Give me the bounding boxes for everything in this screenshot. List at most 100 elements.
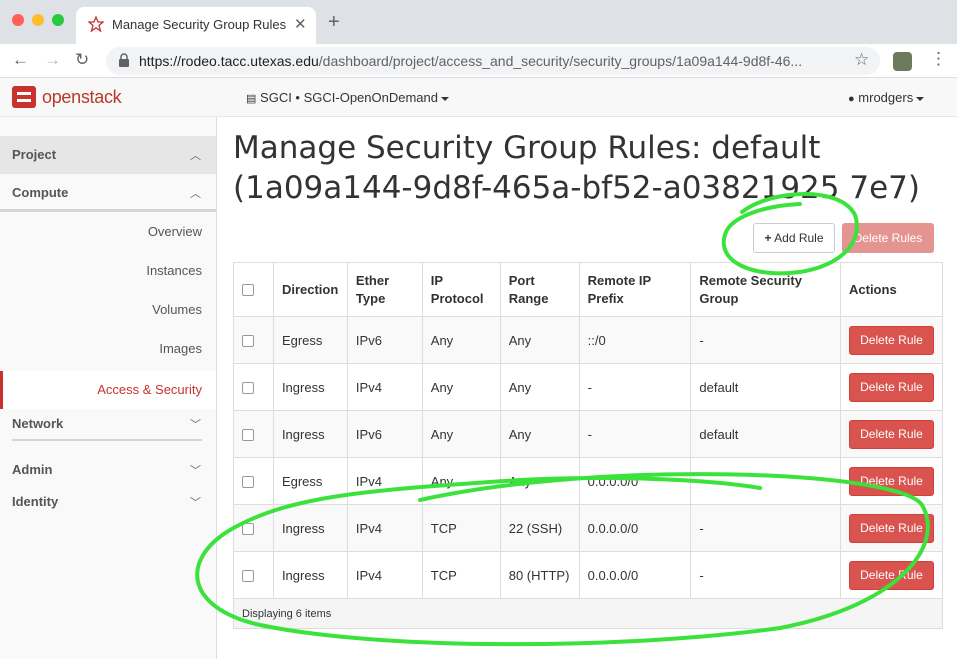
sidebar-compute-label: Compute bbox=[12, 185, 69, 200]
cell-port-range: Any bbox=[499, 410, 580, 458]
browser-menu-icon[interactable]: ⋮ bbox=[930, 49, 947, 69]
cell-remote-security-group: - bbox=[690, 316, 841, 364]
url-bar[interactable]: https://rodeo.tacc.utexas.edu/dashboard/… bbox=[106, 47, 880, 75]
new-tab-button[interactable]: + bbox=[328, 12, 340, 32]
cell-direction: Ingress bbox=[272, 363, 348, 411]
cell-remote-ip-prefix: - bbox=[578, 410, 692, 458]
table-row: Egress IPv4 Any Any 0.0.0.0/0- Delete Rule bbox=[233, 457, 943, 505]
back-arrow-icon[interactable]: ← bbox=[12, 50, 29, 70]
sidebar: Project ︿ Compute ︿ Overview Instances V… bbox=[0, 117, 217, 659]
cell-port-range: 80 (HTTP) bbox=[499, 551, 580, 599]
cell-port-range: Any bbox=[499, 457, 580, 505]
row-checkbox[interactable] bbox=[242, 382, 254, 395]
table-row: Ingress IPv4 Any Any - default Delete Rule bbox=[233, 363, 943, 411]
col-ip-protocol[interactable]: IP Protocol bbox=[421, 262, 501, 317]
select-cell bbox=[233, 551, 274, 599]
sidebar-item-overview[interactable]: Overview bbox=[148, 224, 202, 239]
delete-rule-button[interactable]: Delete Rule bbox=[849, 372, 934, 402]
cell-direction: Egress bbox=[272, 457, 348, 505]
sidebar-project-label: Project bbox=[12, 147, 57, 162]
sidebar-item-images[interactable]: Images bbox=[159, 341, 202, 356]
maximize-window-button[interactable] bbox=[52, 14, 64, 26]
cell-remote-ip-prefix: 0.0.0.0/0 bbox=[578, 504, 692, 552]
actions-cell: Delete Rule bbox=[840, 457, 943, 505]
logo-text: openstack bbox=[42, 87, 122, 107]
cell-direction: Ingress bbox=[272, 551, 348, 599]
sidebar-admin-label: Admin bbox=[12, 462, 53, 477]
page-title: Manage Security Group Rules: default (1a… bbox=[233, 130, 920, 206]
sidebar-compute[interactable]: Compute ︿ bbox=[0, 174, 216, 212]
cell-ip-protocol: Any bbox=[421, 457, 501, 505]
select-all-checkbox[interactable] bbox=[242, 284, 254, 297]
sidebar-identity[interactable]: Identity ﹀ bbox=[0, 488, 216, 516]
select-cell bbox=[233, 363, 274, 411]
cell-ip-protocol: Any bbox=[421, 363, 501, 411]
delete-rule-button[interactable]: Delete Rule bbox=[849, 325, 934, 355]
bookmark-star-icon[interactable]: ☆ bbox=[854, 50, 869, 70]
sidebar-admin[interactable]: Admin ﹀ bbox=[0, 456, 216, 484]
actions-cell: Delete Rule bbox=[840, 410, 943, 458]
row-checkbox[interactable] bbox=[242, 476, 254, 489]
chevron-down-icon: ﹀ bbox=[190, 497, 201, 509]
sidebar-network[interactable]: Network ﹀ bbox=[0, 410, 216, 438]
cell-ip-protocol: TCP bbox=[421, 504, 501, 552]
sidebar-item-volumes[interactable]: Volumes bbox=[152, 302, 202, 317]
cell-ether-type: IPv6 bbox=[346, 410, 423, 458]
row-checkbox[interactable] bbox=[242, 523, 254, 536]
chevron-down-icon bbox=[916, 96, 925, 101]
col-port-range[interactable]: Port Range bbox=[499, 262, 580, 317]
col-ether-type[interactable]: Ether Type bbox=[346, 262, 423, 317]
sidebar-item-access-security-label: Access & Security bbox=[97, 382, 202, 397]
delete-rule-button[interactable]: Delete Rule bbox=[849, 560, 934, 590]
col-direction[interactable]: Direction bbox=[272, 262, 348, 317]
table-row: Ingress IPv4 TCP 80 (HTTP) 0.0.0.0/0- Delete … bbox=[233, 551, 943, 599]
delete-rule-button[interactable]: Delete Rule bbox=[849, 419, 934, 449]
table-row: Egress IPv6 Any Any::/0- Delete Rule bbox=[233, 316, 943, 364]
add-rule-button[interactable]: + Add Rule bbox=[753, 223, 835, 253]
cell-ip-protocol: TCP bbox=[421, 551, 501, 599]
delete-rules-button[interactable]: Delete Rules bbox=[842, 223, 934, 253]
table-footer-row: Displaying 6 items bbox=[233, 598, 943, 629]
app-header: openstack ▤ SGCI • SGCI-OpenOnDemand ● m… bbox=[0, 78, 957, 117]
add-rule-label: Add Rule bbox=[774, 231, 824, 245]
extension-icon[interactable] bbox=[893, 52, 912, 71]
delete-rule-button[interactable]: Delete Rule bbox=[849, 466, 934, 496]
actions-cell: Delete Rule bbox=[840, 316, 943, 364]
cell-remote-security-group: default bbox=[690, 410, 841, 458]
browser-tab[interactable]: Manage Security Group Rules - ✕ bbox=[76, 7, 316, 44]
rules-table: Direction Ether Type IP Protocol Port Ra… bbox=[233, 262, 943, 629]
cell-remote-ip-prefix: 0.0.0.0/0 bbox=[578, 551, 692, 599]
cell-remote-security-group: - bbox=[690, 504, 841, 552]
url-text: https://rodeo.tacc.utexas.edu/dashboard/… bbox=[139, 53, 849, 69]
user-menu[interactable]: ● mrodgers bbox=[848, 90, 925, 105]
sidebar-item-instances[interactable]: Instances bbox=[146, 263, 202, 278]
reload-icon[interactable]: ↻ bbox=[75, 50, 89, 70]
sidebar-identity-label: Identity bbox=[12, 494, 59, 509]
user-icon: ● bbox=[848, 93, 855, 105]
row-checkbox[interactable] bbox=[242, 570, 254, 583]
cell-remote-ip-prefix: 0.0.0.0/0 bbox=[578, 457, 692, 505]
cell-port-range: Any bbox=[499, 316, 580, 364]
close-tab-icon[interactable]: ✕ bbox=[294, 15, 307, 33]
chevron-up-icon: ︿ bbox=[190, 150, 201, 162]
cell-ether-type: IPv4 bbox=[346, 363, 423, 411]
browser-tab-bar: Manage Security Group Rules - ✕ + bbox=[0, 0, 957, 44]
cell-direction: Egress bbox=[272, 316, 348, 364]
openstack-logo-icon[interactable] bbox=[12, 86, 36, 108]
col-remote-ip-prefix[interactable]: Remote IP Prefix bbox=[578, 262, 692, 317]
table-header-row: Direction Ether Type IP Protocol Port Ra… bbox=[233, 262, 943, 317]
sidebar-item-access-security[interactable]: Access & Security bbox=[0, 371, 216, 409]
forward-arrow-icon[interactable]: → bbox=[44, 50, 61, 70]
cell-remote-ip-prefix: ::/0 bbox=[578, 316, 692, 364]
col-remote-security-group[interactable]: Remote Security Group bbox=[690, 262, 841, 317]
project-selector[interactable]: ▤ SGCI • SGCI-OpenOnDemand bbox=[246, 90, 449, 105]
row-checkbox[interactable] bbox=[242, 335, 254, 348]
address-toolbar: ← → ↻ https://rodeo.tacc.utexas.edu/dash… bbox=[0, 44, 957, 78]
chevron-down-icon: ﹀ bbox=[190, 419, 201, 431]
row-checkbox[interactable] bbox=[242, 429, 254, 442]
delete-rule-button[interactable]: Delete Rule bbox=[849, 513, 934, 543]
sidebar-project[interactable]: Project ︿ bbox=[0, 136, 216, 174]
url-host: https://rodeo.tacc.utexas.edu bbox=[139, 53, 319, 69]
minimize-window-button[interactable] bbox=[32, 14, 44, 26]
close-window-button[interactable] bbox=[12, 14, 24, 26]
